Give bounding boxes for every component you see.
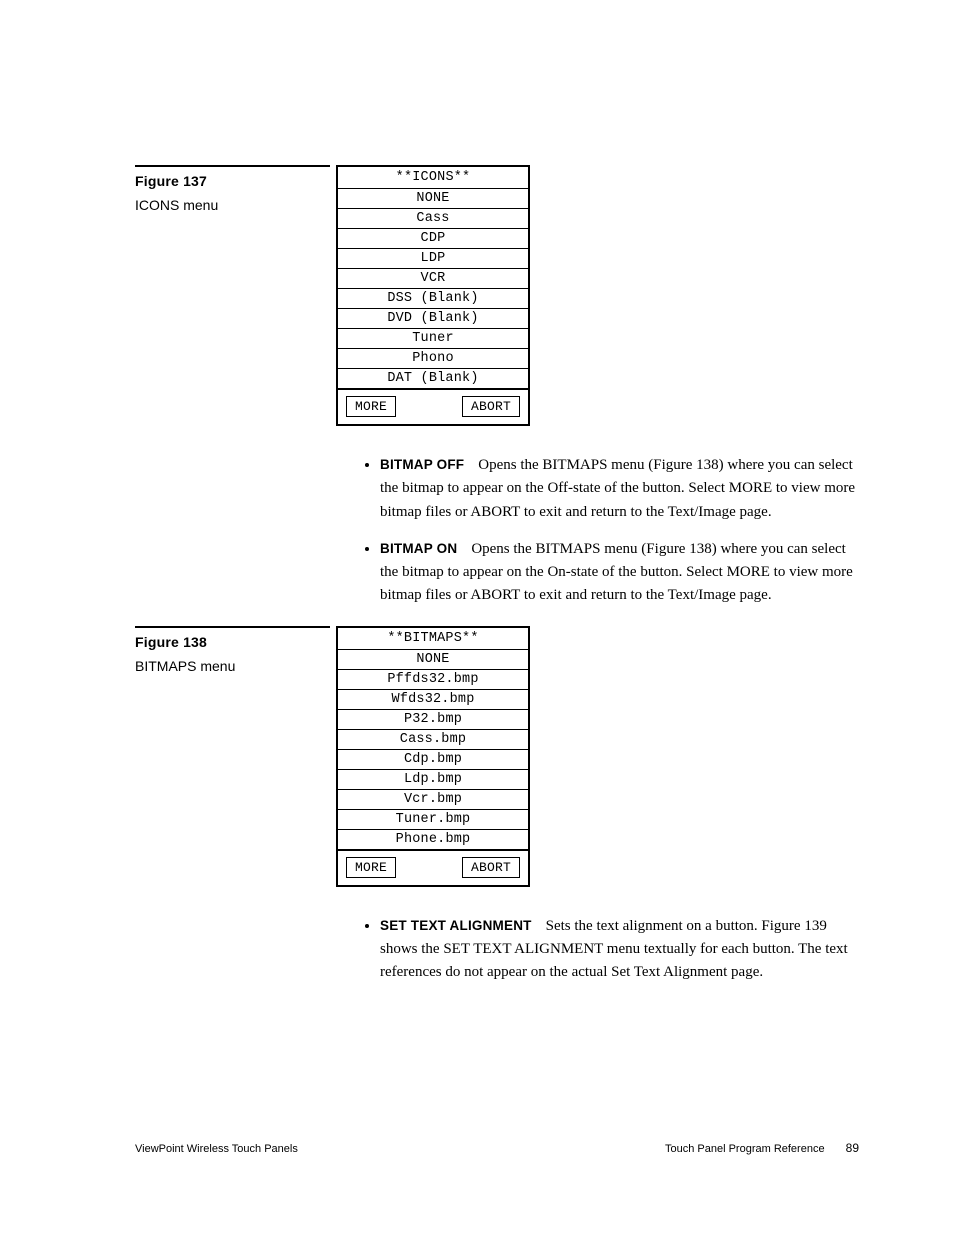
menu-item[interactable]: Ldp.bmp <box>338 770 528 790</box>
page-number: 89 <box>846 1141 859 1155</box>
menu-item[interactable]: Phono <box>338 349 528 369</box>
page-footer: ViewPoint Wireless Touch Panels Touch Pa… <box>135 1141 859 1155</box>
bitmaps-menu: **BITMAPS** NONE Pffds32.bmp Wfds32.bmp … <box>336 626 530 887</box>
figure-137-caption: Figure 137 ICONS menu <box>135 165 330 213</box>
menu-item[interactable]: NONE <box>338 189 528 209</box>
bitmap-bullets: BITMAP OFFOpens the BITMAPS menu (Figure… <box>336 454 859 608</box>
menu-item[interactable]: CDP <box>338 229 528 249</box>
icons-menu: **ICONS** NONE Cass CDP LDP VCR DSS (Bla… <box>336 165 530 426</box>
menu-item[interactable]: DAT (Blank) <box>338 369 528 389</box>
menu-item[interactable]: NONE <box>338 650 528 670</box>
icons-menu-title: **ICONS** <box>338 167 528 189</box>
bitmap-off-term: BITMAP OFF <box>380 457 464 472</box>
bitmap-on-term: BITMAP ON <box>380 541 457 556</box>
figure-138-desc: BITMAPS menu <box>135 658 330 674</box>
abort-button[interactable]: ABORT <box>462 396 520 417</box>
bullet-bitmap-on: BITMAP ONOpens the BITMAPS menu (Figure … <box>380 538 859 608</box>
menu-item[interactable]: Vcr.bmp <box>338 790 528 810</box>
figure-138-caption: Figure 138 BITMAPS menu <box>135 626 330 674</box>
footer-right: Touch Panel Program Reference <box>665 1143 825 1155</box>
menu-item[interactable]: Phone.bmp <box>338 830 528 850</box>
text-alignment-bullets: SET TEXT ALIGNMENTSets the text alignmen… <box>336 915 859 985</box>
footer-left: ViewPoint Wireless Touch Panels <box>135 1143 298 1155</box>
figure-138-label: Figure 138 <box>135 634 330 650</box>
more-button[interactable]: MORE <box>346 396 396 417</box>
bullet-bitmap-off: BITMAP OFFOpens the BITMAPS menu (Figure… <box>380 454 859 524</box>
menu-item[interactable]: P32.bmp <box>338 710 528 730</box>
menu-item[interactable]: VCR <box>338 269 528 289</box>
figure-137-desc: ICONS menu <box>135 197 330 213</box>
menu-item[interactable]: Cass.bmp <box>338 730 528 750</box>
bitmaps-menu-title: **BITMAPS** <box>338 628 528 650</box>
figure-137-label: Figure 137 <box>135 173 330 189</box>
menu-item[interactable]: DSS (Blank) <box>338 289 528 309</box>
menu-item[interactable]: DVD (Blank) <box>338 309 528 329</box>
abort-button[interactable]: ABORT <box>462 857 520 878</box>
menu-item[interactable]: Pffds32.bmp <box>338 670 528 690</box>
set-text-alignment-term: SET TEXT ALIGNMENT <box>380 918 532 933</box>
more-button[interactable]: MORE <box>346 857 396 878</box>
menu-item[interactable]: Tuner.bmp <box>338 810 528 830</box>
menu-item[interactable]: LDP <box>338 249 528 269</box>
menu-item[interactable]: Cdp.bmp <box>338 750 528 770</box>
menu-item[interactable]: Wfds32.bmp <box>338 690 528 710</box>
bullet-set-text-alignment: SET TEXT ALIGNMENTSets the text alignmen… <box>380 915 859 985</box>
menu-item[interactable]: Cass <box>338 209 528 229</box>
menu-item[interactable]: Tuner <box>338 329 528 349</box>
